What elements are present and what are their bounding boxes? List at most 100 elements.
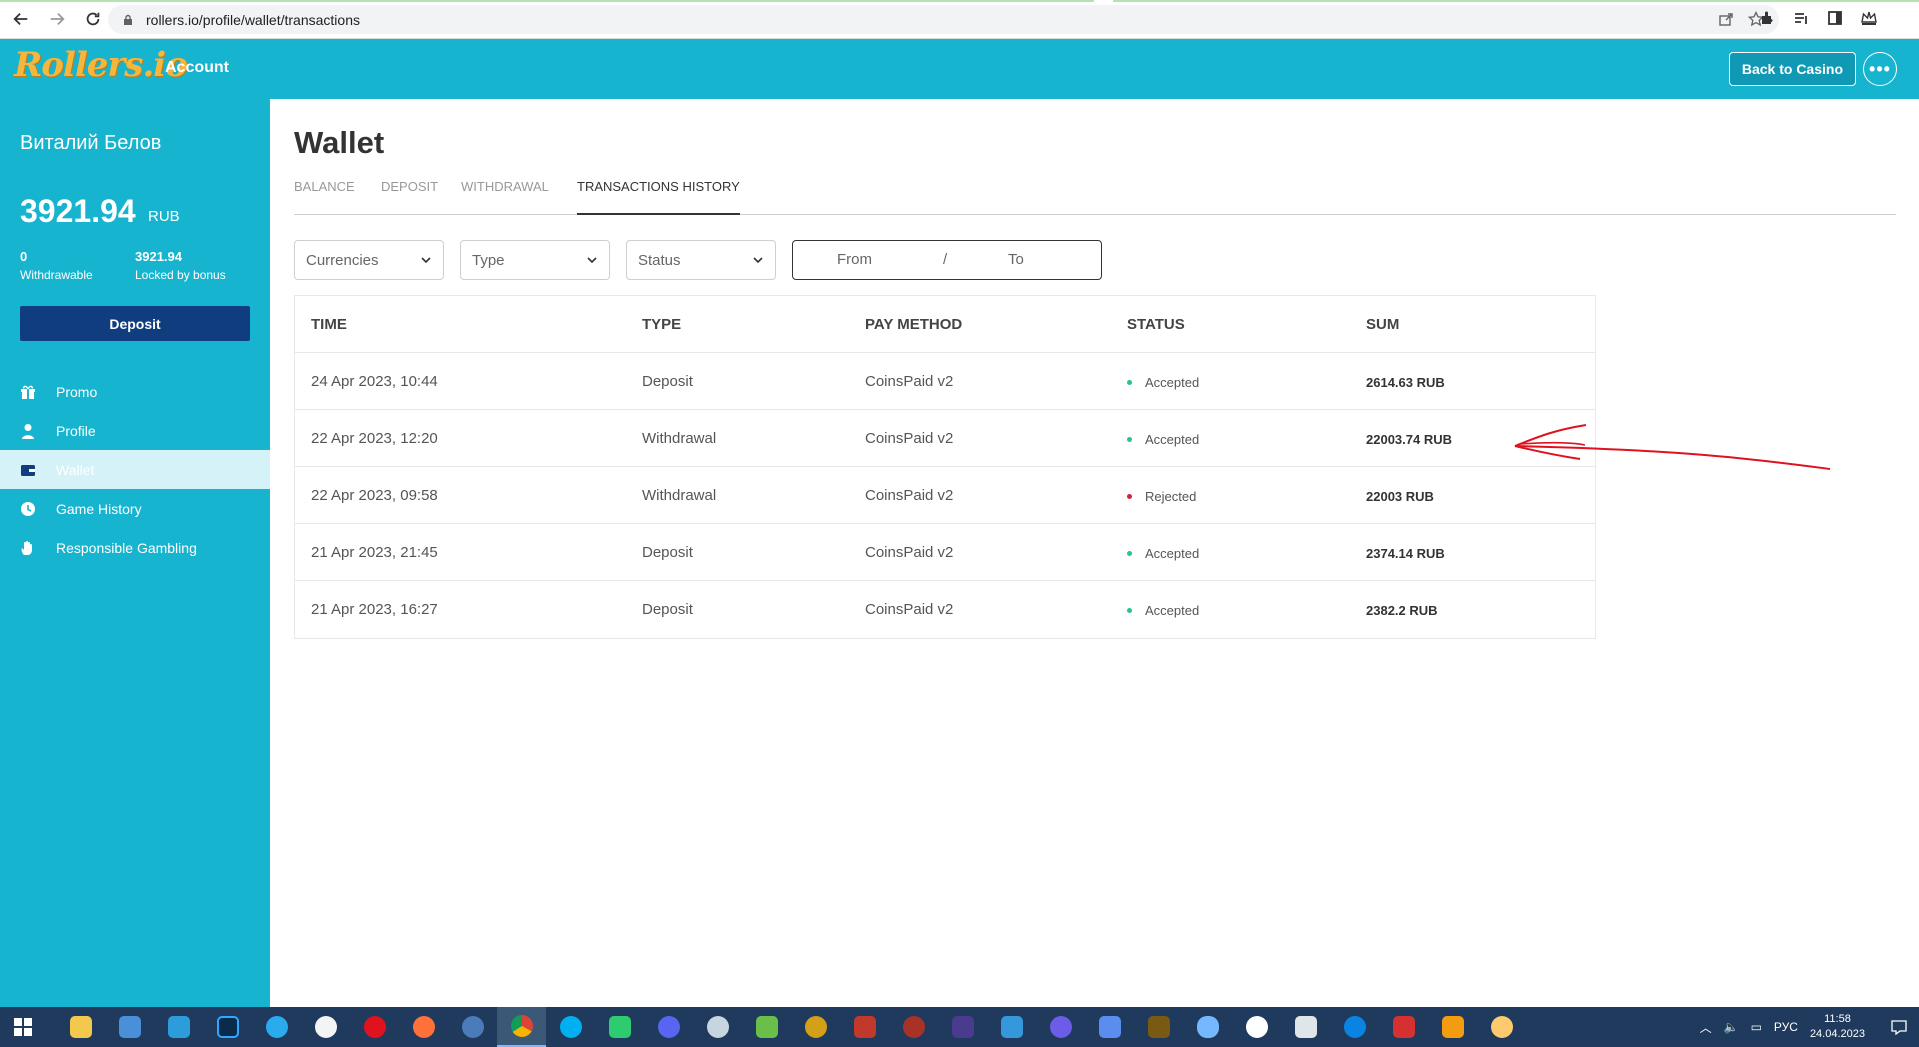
column-header-sum: SUM xyxy=(1366,316,1400,333)
chevron-down-icon xyxy=(753,257,763,264)
volume-icon[interactable]: 🔈 xyxy=(1724,1020,1739,1034)
app-header: Rollers.io Account Back to Casino ••• xyxy=(0,39,1919,99)
cell-type: Deposit xyxy=(642,373,693,390)
reading-list-icon[interactable] xyxy=(1791,8,1811,28)
gift-icon xyxy=(20,384,36,400)
gamepad-icon[interactable] xyxy=(1085,1007,1134,1047)
sidebar-item-wallet[interactable]: Wallet xyxy=(0,450,270,489)
status-dot xyxy=(1127,380,1132,385)
loading-bar xyxy=(0,0,1919,2)
side-panel-icon[interactable] xyxy=(1825,8,1845,28)
game-app-icon[interactable] xyxy=(791,1007,840,1047)
column-header-pay-method: PAY METHOD xyxy=(865,316,963,333)
tray-chevron-icon[interactable]: ︿ xyxy=(1700,1019,1712,1036)
notification-icon[interactable] xyxy=(1879,1007,1919,1047)
hand-icon xyxy=(20,540,36,556)
computer-icon[interactable] xyxy=(105,1007,154,1047)
tab-withdrawal[interactable]: WITHDRAWAL xyxy=(461,179,549,215)
back-to-casino-button[interactable]: Back to Casino xyxy=(1728,52,1856,86)
back-arrow-icon[interactable] xyxy=(6,4,36,34)
date-to-field[interactable]: To xyxy=(1008,251,1024,268)
monitor-app-icon[interactable] xyxy=(1281,1007,1330,1047)
status-select[interactable]: Status xyxy=(626,240,776,280)
sidebar-menu: Promo Profile Wallet Game History Respon… xyxy=(0,372,270,567)
logitech-icon[interactable] xyxy=(1232,1007,1281,1047)
yellow-app-icon[interactable] xyxy=(1477,1007,1526,1047)
tab-transactions-history[interactable]: TRANSACTIONS HISTORY xyxy=(577,179,740,215)
sidebar-item-profile[interactable]: Profile xyxy=(0,411,270,450)
more-options-icon[interactable]: ••• xyxy=(1863,52,1897,86)
type-select[interactable]: Type xyxy=(460,240,610,280)
cell-status: Accepted xyxy=(1145,375,1200,390)
date-range-picker[interactable]: From / To xyxy=(792,240,1102,280)
status-select-value: Status xyxy=(638,251,681,269)
shield-app-icon[interactable] xyxy=(889,1007,938,1047)
vlc-icon[interactable] xyxy=(1428,1007,1477,1047)
column-header-status: STATUS xyxy=(1127,316,1185,333)
cell-pay-method: CoinsPaid v2 xyxy=(865,373,954,390)
date-from-field[interactable]: From xyxy=(837,251,872,268)
cell-sum: 2614.63 RUB xyxy=(1366,375,1445,390)
transactions-table: TIME TYPE PAY METHOD STATUS SUM 24 Apr 2… xyxy=(294,295,1596,639)
browser-toolbar: rollers.io/profile/wallet/transactions xyxy=(0,0,1919,39)
ccleaner-icon[interactable] xyxy=(448,1007,497,1047)
sidebar-item-responsible-gambling[interactable]: Responsible Gambling xyxy=(0,528,270,567)
share-icon[interactable] xyxy=(1717,10,1735,28)
network-icon[interactable]: ▭ xyxy=(1751,1020,1762,1034)
itunes-icon[interactable] xyxy=(301,1007,350,1047)
rollers-logo[interactable]: Rollers.io xyxy=(14,45,188,85)
extensions-icon[interactable] xyxy=(1757,8,1777,28)
status-dot xyxy=(1127,551,1132,556)
windows-taskbar: ︿ 🔈 ▭ РУС 11:58 24.04.2023 xyxy=(0,1007,1919,1047)
tab-balance[interactable]: BALANCE xyxy=(294,179,355,215)
gear-app-icon[interactable] xyxy=(742,1007,791,1047)
page-title: Wallet xyxy=(294,125,385,160)
clock-time: 11:58 xyxy=(1824,1013,1851,1025)
cell-sum: 2374.14 RUB xyxy=(1366,546,1445,561)
app-circle-icon[interactable] xyxy=(1036,1007,1085,1047)
cell-sum: 22003 RUB xyxy=(1366,489,1434,504)
cell-type: Deposit xyxy=(642,544,693,561)
sidebar-item-label: Promo xyxy=(56,383,98,400)
photoshop-icon[interactable] xyxy=(203,1007,252,1047)
address-bar[interactable]: rollers.io/profile/wallet/transactions xyxy=(108,5,1779,34)
sidebar-item-game-history[interactable]: Game History xyxy=(0,489,270,528)
bluestacks-icon[interactable] xyxy=(987,1007,1036,1047)
cell-sum: 22003.74 RUB xyxy=(1366,432,1452,447)
red-gear-icon[interactable] xyxy=(1379,1007,1428,1047)
cell-status: Rejected xyxy=(1145,489,1197,504)
file-explorer-icon[interactable] xyxy=(56,1007,105,1047)
withdrawable-label: Withdrawable xyxy=(20,268,93,282)
language-indicator[interactable]: РУС xyxy=(1774,1020,1798,1034)
telegram-icon[interactable] xyxy=(252,1007,301,1047)
system-tray: ︿ 🔈 ▭ РУС 11:58 24.04.2023 xyxy=(1700,1007,1919,1047)
diablo-icon[interactable] xyxy=(1134,1007,1183,1047)
skype-icon[interactable] xyxy=(546,1007,595,1047)
chrome-icon[interactable] xyxy=(497,1007,546,1047)
cell-pay-method: CoinsPaid v2 xyxy=(865,601,954,618)
crown-extension-icon[interactable] xyxy=(1859,8,1879,28)
tab-deposit[interactable]: DEPOSIT xyxy=(381,179,438,215)
steam-icon[interactable] xyxy=(693,1007,742,1047)
url-text: rollers.io/profile/wallet/transactions xyxy=(146,11,360,28)
forward-arrow-icon[interactable] xyxy=(42,4,72,34)
reload-icon[interactable] xyxy=(78,4,108,34)
taskbar-clock[interactable]: 11:58 24.04.2023 xyxy=(1810,1012,1865,1042)
windows-start-icon[interactable] xyxy=(0,1007,46,1047)
currencies-select[interactable]: Currencies xyxy=(294,240,444,280)
opera-icon[interactable] xyxy=(350,1007,399,1047)
deposit-button[interactable]: Deposit xyxy=(20,306,250,341)
fork-app-icon[interactable] xyxy=(938,1007,987,1047)
discord-icon[interactable] xyxy=(644,1007,693,1047)
messenger-icon[interactable] xyxy=(595,1007,644,1047)
photo-app-icon[interactable] xyxy=(154,1007,203,1047)
status-dot xyxy=(1127,437,1132,442)
cell-time: 24 Apr 2023, 10:44 xyxy=(311,373,438,390)
star-app-icon[interactable] xyxy=(840,1007,889,1047)
info-app-icon[interactable] xyxy=(1330,1007,1379,1047)
sidebar-item-promo[interactable]: Promo xyxy=(0,372,270,411)
table-row: 21 Apr 2023, 16:27 Deposit CoinsPaid v2 … xyxy=(295,581,1595,638)
cloud-app-icon[interactable] xyxy=(1183,1007,1232,1047)
cell-time: 21 Apr 2023, 16:27 xyxy=(311,601,438,618)
firefox-icon[interactable] xyxy=(399,1007,448,1047)
